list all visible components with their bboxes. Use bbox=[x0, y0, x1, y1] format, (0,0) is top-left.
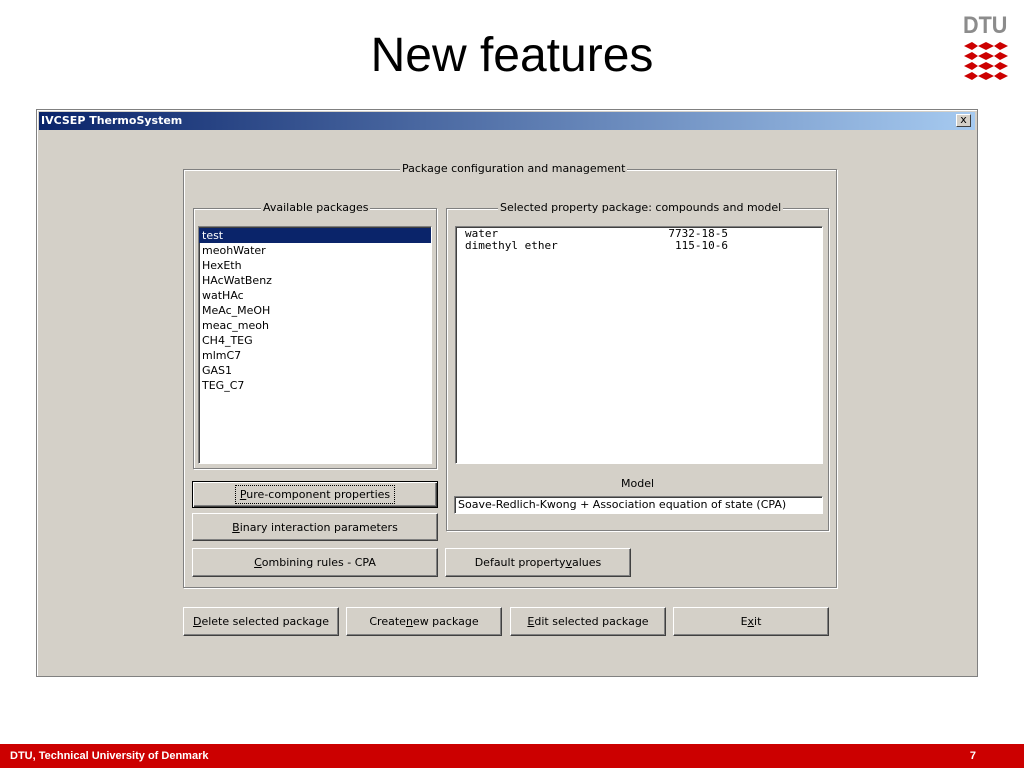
default-property-values-button[interactable]: Default property v alues bbox=[445, 548, 631, 577]
create-new-package-button[interactable]: Create n ew package bbox=[346, 607, 502, 636]
binary-interaction-parameters-button[interactable]: Binary interaction parameters bbox=[192, 513, 438, 541]
selected-package-group: Selected property package: compounds and… bbox=[446, 201, 829, 531]
package-list-item[interactable]: HexEth bbox=[199, 258, 431, 273]
footer-institution: DTU, Technical University of Denmark bbox=[10, 750, 209, 762]
compounds-list[interactable]: water 7732-18-5 dimethyl ether 115-10-6 bbox=[455, 226, 823, 464]
dtu-logo-text: DTU bbox=[963, 12, 1008, 39]
package-list-item[interactable]: GAS1 bbox=[199, 363, 431, 378]
available-packages-label: Available packages bbox=[261, 201, 371, 214]
window-close-button[interactable]: x bbox=[956, 114, 971, 127]
dtu-waves-icon bbox=[964, 42, 1008, 80]
compound-row[interactable]: dimethyl ether 115-10-6 bbox=[456, 240, 822, 252]
model-label: Model bbox=[621, 477, 655, 490]
available-packages-list[interactable]: test meohWater HexEth HAcWatBenz watHAc MeAc_… bbox=[198, 226, 432, 464]
slide-title: New features bbox=[370, 29, 654, 82]
window-titlebar[interactable]: IVCSEP ThermoSystem x bbox=[39, 112, 975, 130]
package-config-group: Package configuration and management Ava… bbox=[183, 162, 837, 588]
package-list-item[interactable]: HAcWatBenz bbox=[199, 273, 431, 288]
pure-component-properties-button[interactable]: Pure-component properties bbox=[192, 481, 438, 508]
package-list-item[interactable]: watHAc bbox=[199, 288, 431, 303]
package-list-item[interactable]: MeAc_MeOH bbox=[199, 303, 431, 318]
package-list-item[interactable]: test bbox=[199, 228, 431, 243]
selected-package-label: Selected property package: compounds and… bbox=[498, 201, 784, 214]
compound-name: dimethyl ether bbox=[465, 239, 558, 252]
slide: New features DTU IVCSEP ThermoSystem x P… bbox=[0, 0, 1024, 768]
compound-cas: 115-10-6 bbox=[675, 239, 728, 252]
combining-rules-button[interactable]: Combining rules - CPA bbox=[192, 548, 438, 577]
available-packages-group: Available packages test meohWater HexEth HA… bbox=[193, 201, 437, 469]
exit-button[interactable]: Ex it bbox=[673, 607, 829, 636]
package-config-label: Package configuration and management bbox=[400, 162, 628, 175]
package-list-item[interactable]: meac_meoh bbox=[199, 318, 431, 333]
edit-selected-package-button[interactable]: Edit selected package bbox=[510, 607, 666, 636]
page-number: 7 bbox=[969, 750, 976, 762]
package-list-item[interactable]: mlmC7 bbox=[199, 348, 431, 363]
window-title: IVCSEP ThermoSystem bbox=[41, 114, 183, 127]
package-list-item[interactable]: TEG_C7 bbox=[199, 378, 431, 393]
package-list-item[interactable]: meohWater bbox=[199, 243, 431, 258]
footer-bar: DTU, Technical University of Denmark 7 bbox=[0, 744, 1024, 768]
dtu-logo: DTU bbox=[960, 12, 1014, 82]
package-list-item[interactable]: CH4_TEG bbox=[199, 333, 431, 348]
delete-selected-package-button[interactable]: Delete selected package bbox=[183, 607, 339, 636]
thermosystem-window: IVCSEP ThermoSystem x Package configurat… bbox=[36, 109, 978, 677]
model-field[interactable]: Soave-Redlich-Kwong + Association equati… bbox=[454, 496, 823, 514]
